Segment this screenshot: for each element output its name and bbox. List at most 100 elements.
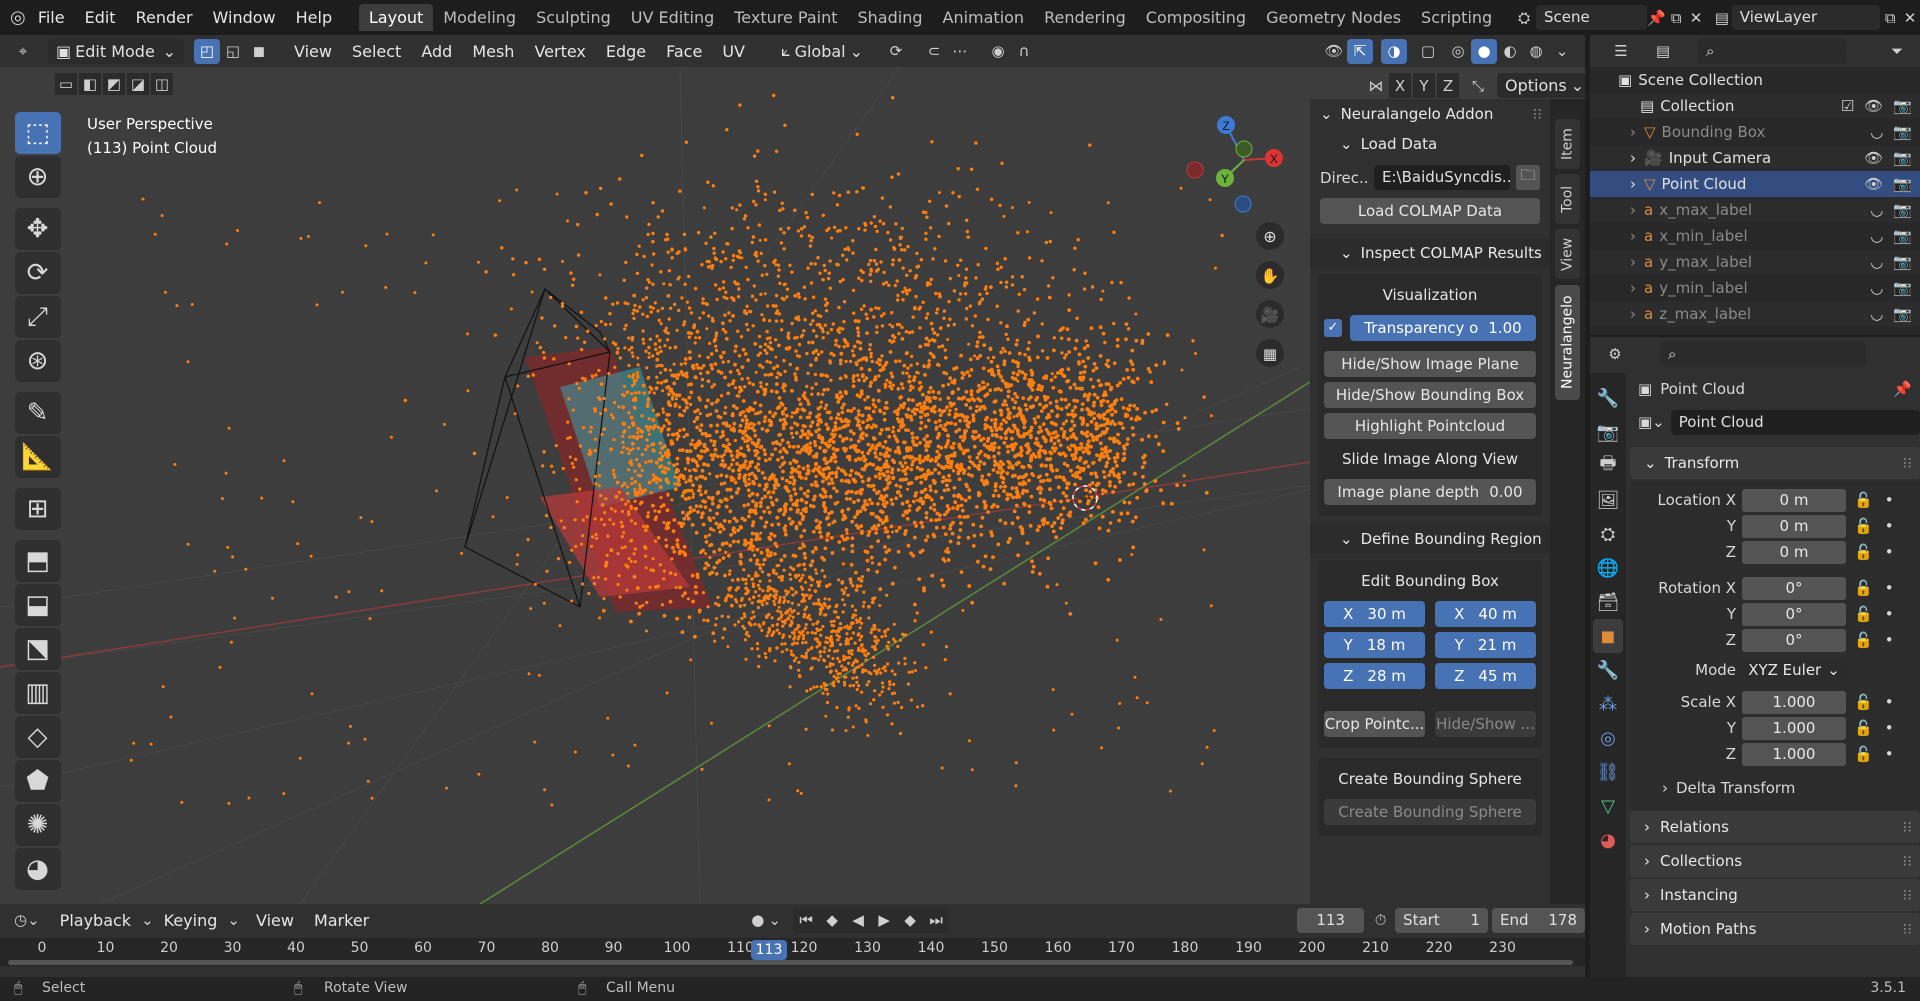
lock-icon[interactable]: 🔓: [1854, 719, 1873, 737]
object-name-field[interactable]: Point Cloud: [1670, 409, 1920, 435]
bbox-max-y-field[interactable]: Y 21 m: [1435, 632, 1536, 658]
tab-item[interactable]: Item: [1555, 119, 1580, 169]
new-scene-icon[interactable]: ⧉: [1666, 5, 1686, 30]
tab-view[interactable]: View: [1555, 229, 1580, 279]
camera-icon[interactable]: 📷: [1893, 175, 1912, 193]
spin-tool-icon[interactable]: ✺: [14, 804, 61, 846]
scene-tab-icon[interactable]: ⛭: [1593, 517, 1623, 551]
select-extend-icon[interactable]: ◧: [79, 73, 101, 95]
directory-field[interactable]: E:\BaiduSyncdis...: [1374, 165, 1510, 190]
expand-arrow-icon[interactable]: ›: [1630, 227, 1636, 245]
relations-header[interactable]: › Relations ⁝⁝: [1630, 811, 1920, 843]
physics-tab-icon[interactable]: ◎: [1593, 721, 1623, 755]
tab-scripting[interactable]: Scripting: [1411, 4, 1502, 31]
rotation-mode-dropdown[interactable]: XYZ Euler ⌄: [1742, 658, 1846, 682]
pivot-icon[interactable]: ⟳: [883, 39, 909, 64]
solid-shading-icon[interactable]: ●: [1471, 38, 1497, 64]
tab-neuralangelo[interactable]: Neuralangelo: [1555, 285, 1580, 400]
menu-playback[interactable]: Playback: [50, 911, 141, 930]
tab-animation[interactable]: Animation: [933, 4, 1035, 31]
gizmo-toggle-icon[interactable]: ⇱: [1347, 38, 1373, 64]
object-data-icon[interactable]: ▣⌄: [1638, 413, 1665, 431]
mirror-z[interactable]: Z: [1437, 73, 1459, 98]
location-x-field[interactable]: 0 m: [1742, 488, 1846, 512]
mirror-icon[interactable]: ⋈: [1365, 73, 1387, 98]
navigation-gizmo[interactable]: Z X Y: [1186, 116, 1283, 213]
timeline-editor-icon[interactable]: ◷⌄: [14, 908, 40, 933]
location-z-field[interactable]: 0 m: [1742, 540, 1846, 564]
gizmo-neg-z[interactable]: [1234, 195, 1252, 213]
crop-pointcloud-button[interactable]: Crop Pointc...: [1324, 711, 1425, 737]
annotate-tool-icon[interactable]: ✎: [14, 392, 61, 434]
add-cube-tool-icon[interactable]: ⊞: [14, 488, 61, 530]
eye-closed-icon[interactable]: ◡: [1870, 123, 1883, 141]
menu-edge[interactable]: Edge: [596, 42, 656, 61]
pin-icon[interactable]: 📌: [1647, 5, 1667, 30]
rotate-tool-icon[interactable]: ⟳: [14, 252, 61, 294]
vertex-select-icon[interactable]: ◰: [194, 38, 220, 64]
poly-build-tool-icon[interactable]: ⬟: [14, 760, 61, 802]
gizmo-neg-x[interactable]: [1186, 161, 1204, 179]
camera-icon[interactable]: 📷: [1893, 97, 1912, 115]
outliner-row-bounding-box[interactable]: › ▽ Bounding Box ◡ 📷: [1590, 119, 1920, 145]
rendered-shading-icon[interactable]: ◍: [1523, 39, 1549, 64]
options-dropdown[interactable]: Options ⌄: [1497, 73, 1585, 98]
3d-viewport[interactable]: Z X Y ⊕ ✋ 🎥 ▦ ▭ ◧ ◩ ◪ ◫ ⋈ X Y Z ⤡ Option…: [0, 67, 1585, 904]
material-shading-icon[interactable]: ◐: [1497, 39, 1523, 64]
expand-arrow-icon[interactable]: ›: [1630, 253, 1636, 271]
menu-uv[interactable]: UV: [712, 42, 755, 61]
camera-icon[interactable]: 📷: [1893, 149, 1912, 167]
rotation-x-field[interactable]: 0°: [1742, 576, 1846, 600]
hide-show-plane-button[interactable]: Hide/Show Image Plane: [1324, 351, 1536, 377]
tool-tab-icon[interactable]: 🔧: [1593, 381, 1623, 415]
playhead[interactable]: 113: [751, 940, 787, 960]
menu-view[interactable]: View: [284, 42, 342, 61]
jump-end-icon[interactable]: ⏭: [923, 908, 949, 933]
start-frame-field[interactable]: Start 1: [1395, 907, 1489, 933]
view-layer-selector[interactable]: ViewLayer: [1731, 5, 1881, 30]
collection-tab-icon[interactable]: 🗃: [1593, 585, 1623, 619]
mirror-y[interactable]: Y: [1413, 73, 1435, 98]
delete-scene-icon[interactable]: ✕: [1686, 5, 1706, 30]
eye-icon[interactable]: 👁: [1864, 149, 1883, 167]
outliner-row-z-max[interactable]: › a z_max_label ◡ 📷: [1590, 301, 1920, 327]
tab-modeling[interactable]: Modeling: [433, 4, 526, 31]
camera-icon[interactable]: 📷: [1893, 227, 1912, 245]
menu-window[interactable]: Window: [203, 8, 286, 27]
select-subtract-icon[interactable]: ◩: [103, 73, 125, 95]
folder-icon[interactable]: 🗀: [1516, 165, 1540, 190]
camera-icon[interactable]: 📷: [1893, 253, 1912, 271]
lock-icon[interactable]: 🔓: [1854, 517, 1873, 535]
lock-icon[interactable]: 🔓: [1854, 491, 1873, 509]
keyframe-dot-icon[interactable]: •: [1885, 491, 1894, 509]
outliner-row-x-max[interactable]: › a x_max_label ◡ 📷: [1590, 197, 1920, 223]
menu-vertex[interactable]: Vertex: [524, 42, 595, 61]
drag-handle-icon[interactable]: ⁝⁝: [1902, 454, 1912, 472]
shading-options-icon[interactable]: ⌄: [1549, 39, 1575, 64]
extrude-tool-icon[interactable]: ⬒: [14, 540, 61, 582]
keyframe-dot-icon[interactable]: •: [1885, 605, 1894, 623]
new-view-layer-icon[interactable]: ⧉: [1880, 5, 1900, 30]
hide-show-bbox-button[interactable]: Hide/Show Bounding Box: [1324, 382, 1536, 408]
menu-select[interactable]: Select: [342, 42, 411, 61]
outliner-editor-icon[interactable]: ☰: [1608, 39, 1634, 64]
transparency-checkbox[interactable]: ✓: [1324, 319, 1342, 337]
eye-closed-icon[interactable]: ◡: [1870, 227, 1883, 245]
object-tab-icon[interactable]: ◼: [1593, 619, 1623, 653]
lock-icon[interactable]: 🔓: [1854, 693, 1873, 711]
instancing-header[interactable]: › Instancing ⁝⁝: [1630, 879, 1920, 911]
editor-type-icon[interactable]: ⌖: [10, 39, 36, 64]
loop-cut-tool-icon[interactable]: ▥: [14, 672, 61, 714]
transform-header[interactable]: ⌄ Transform ⁝⁝: [1630, 447, 1920, 479]
expand-arrow-icon[interactable]: ›: [1630, 305, 1636, 323]
scene-icon[interactable]: ⛭: [1514, 5, 1534, 30]
menu-render[interactable]: Render: [126, 8, 203, 27]
blender-logo-icon[interactable]: ◎: [8, 5, 28, 30]
keying-set-icon[interactable]: ⌄: [766, 908, 783, 933]
visibility-icon[interactable]: 👁: [1321, 39, 1347, 64]
play-reverse-icon[interactable]: ◀: [845, 908, 871, 933]
outliner-row-point-cloud[interactable]: › ▽ Point Cloud 👁 📷: [1590, 171, 1920, 197]
outliner-scene-collection[interactable]: ▣ Scene Collection: [1590, 67, 1920, 93]
keyframe-dot-icon[interactable]: •: [1885, 579, 1894, 597]
tab-sculpting[interactable]: Sculpting: [526, 4, 621, 31]
